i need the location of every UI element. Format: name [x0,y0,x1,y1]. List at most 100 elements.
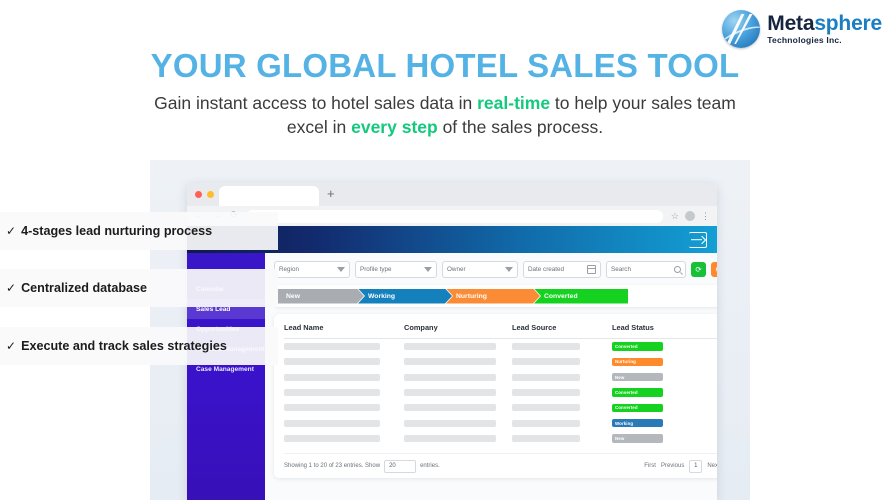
placeholder-bar [284,373,380,381]
placeholder-bar [404,388,496,396]
cell-lead-status: Converted [612,342,692,351]
table-row[interactable]: Converted [284,339,717,354]
pagination-previous[interactable]: Previous [661,463,684,469]
cell-company [404,358,512,366]
table-footer: Showing 1 to 20 of 23 entries. Show 20 e… [284,452,717,473]
metasphere-swoosh-logo-icon [722,10,761,48]
address-bar-actions: ☆ ⋮ [671,211,710,222]
cell-lead-name [284,419,404,427]
column-header-lead-source[interactable]: Lead Source [512,323,612,332]
status-badge: Converted [612,403,663,413]
table-row[interactable]: Working [284,415,717,430]
brand-tagline: Technologies Inc. [767,35,842,46]
cell-lead-name [284,434,404,442]
placeholder-bar [404,404,496,412]
cell-lead-source [512,358,612,366]
page-title: YOUR GLOBAL HOTEL SALES TOOL [150,47,740,84]
brand-logo: Metasphere Technologies Inc. [722,10,882,48]
search-icon [674,266,681,273]
cell-lead-name [284,388,404,396]
browser-tab[interactable] [219,186,319,206]
table-row[interactable]: New [284,431,717,446]
cell-lead-status: New [612,434,692,443]
stage-new[interactable]: New [278,289,364,304]
profile-avatar-icon[interactable] [685,211,695,221]
column-header-company[interactable]: Company [404,323,512,332]
brand-name: Metasphere [767,13,882,34]
pipeline-stages: New Working Nurturing Converted [274,285,717,307]
pagination-first[interactable]: First [644,463,656,469]
url-input[interactable] [246,209,663,223]
cell-company [404,388,512,396]
table-row[interactable]: Converted [284,385,717,400]
placeholder-bar [284,434,380,442]
new-tab-button[interactable]: + [327,187,335,201]
cell-lead-source [512,388,612,396]
stage-working[interactable]: Working [358,289,452,304]
status-badge: New [612,372,663,382]
subtitle-part-3: of the sales process. [437,116,604,137]
cell-lead-status: Nurturing [612,357,692,367]
logout-icon[interactable] [689,231,707,248]
placeholder-bar [284,419,380,427]
calendar-icon [587,265,596,274]
minimize-window-dot[interactable] [207,191,214,198]
placeholder-bar [512,358,580,366]
brand-name-part2: sphere [814,12,882,36]
date-created-filter[interactable]: Date created [523,261,601,278]
cell-lead-status: Converted [612,388,692,397]
check-icon: ✓ [6,224,17,238]
placeholder-bar [512,419,580,427]
placeholder-bar [512,373,580,381]
region-filter[interactable]: Region [274,261,350,278]
page-size-input[interactable]: 20 [384,459,417,473]
placeholder-bar [284,404,380,412]
cell-company [404,434,512,442]
table-row[interactable]: Converted [284,400,717,415]
settings-button[interactable]: ⚙ [711,262,717,277]
bookmark-icon[interactable]: ☆ [671,211,679,222]
placeholder-bar [404,358,496,366]
refresh-button[interactable]: ⟳ [691,262,706,277]
cell-lead-source [512,343,612,351]
pagination: First Previous 1 Next Last [644,459,717,473]
cell-company [404,373,512,381]
cell-company [404,343,512,351]
status-badge: Working [612,418,663,428]
brand-text: Metasphere Technologies Inc. [767,13,882,45]
status-badge: New [612,434,663,443]
cell-lead-name [284,404,404,412]
browser-menu-icon[interactable]: ⋮ [701,211,710,221]
search-input[interactable]: Search [606,261,686,278]
profile-type-filter[interactable]: Profile type [355,261,437,278]
status-badge: Converted [612,342,663,351]
region-filter-label: Region [279,266,299,273]
stage-converted[interactable]: Converted [534,288,628,304]
stage-nurturing[interactable]: Nurturing [446,289,540,304]
table-row[interactable]: Nurturing [284,354,717,369]
cell-lead-status: New [612,372,692,382]
placeholder-bar [284,388,380,396]
placeholder-bar [404,434,496,442]
pagination-next[interactable]: Next [707,463,717,469]
owner-filter-label: Owner [447,266,466,273]
cell-lead-name [284,343,404,351]
column-header-lead-name[interactable]: Lead Name [284,323,404,332]
cell-lead-status: Working [612,418,692,428]
column-header-lead-status[interactable]: Lead Status [612,323,692,332]
feature-item-sales-strategies: ✓ Execute and track sales strategies [0,327,278,365]
subtitle-highlight-everystep: every step [351,116,438,137]
page-subtitle: Gain instant access to hotel sales data … [150,92,740,139]
table-row[interactable]: New [284,370,717,385]
cell-lead-name [284,358,404,366]
pagination-page-1[interactable]: 1 [689,459,703,473]
subtitle-highlight-realtime: real-time [477,93,551,113]
chevron-down-icon [505,267,513,272]
filter-toolbar: Region Profile type Owner Date created S… [274,261,717,278]
owner-filter[interactable]: Owner [442,261,518,278]
close-window-dot[interactable] [195,191,202,198]
feature-item-centralized-database: ✓ Centralized database [0,269,278,307]
cell-company [404,404,512,412]
cell-lead-source [512,434,612,442]
cell-lead-name [284,373,404,381]
